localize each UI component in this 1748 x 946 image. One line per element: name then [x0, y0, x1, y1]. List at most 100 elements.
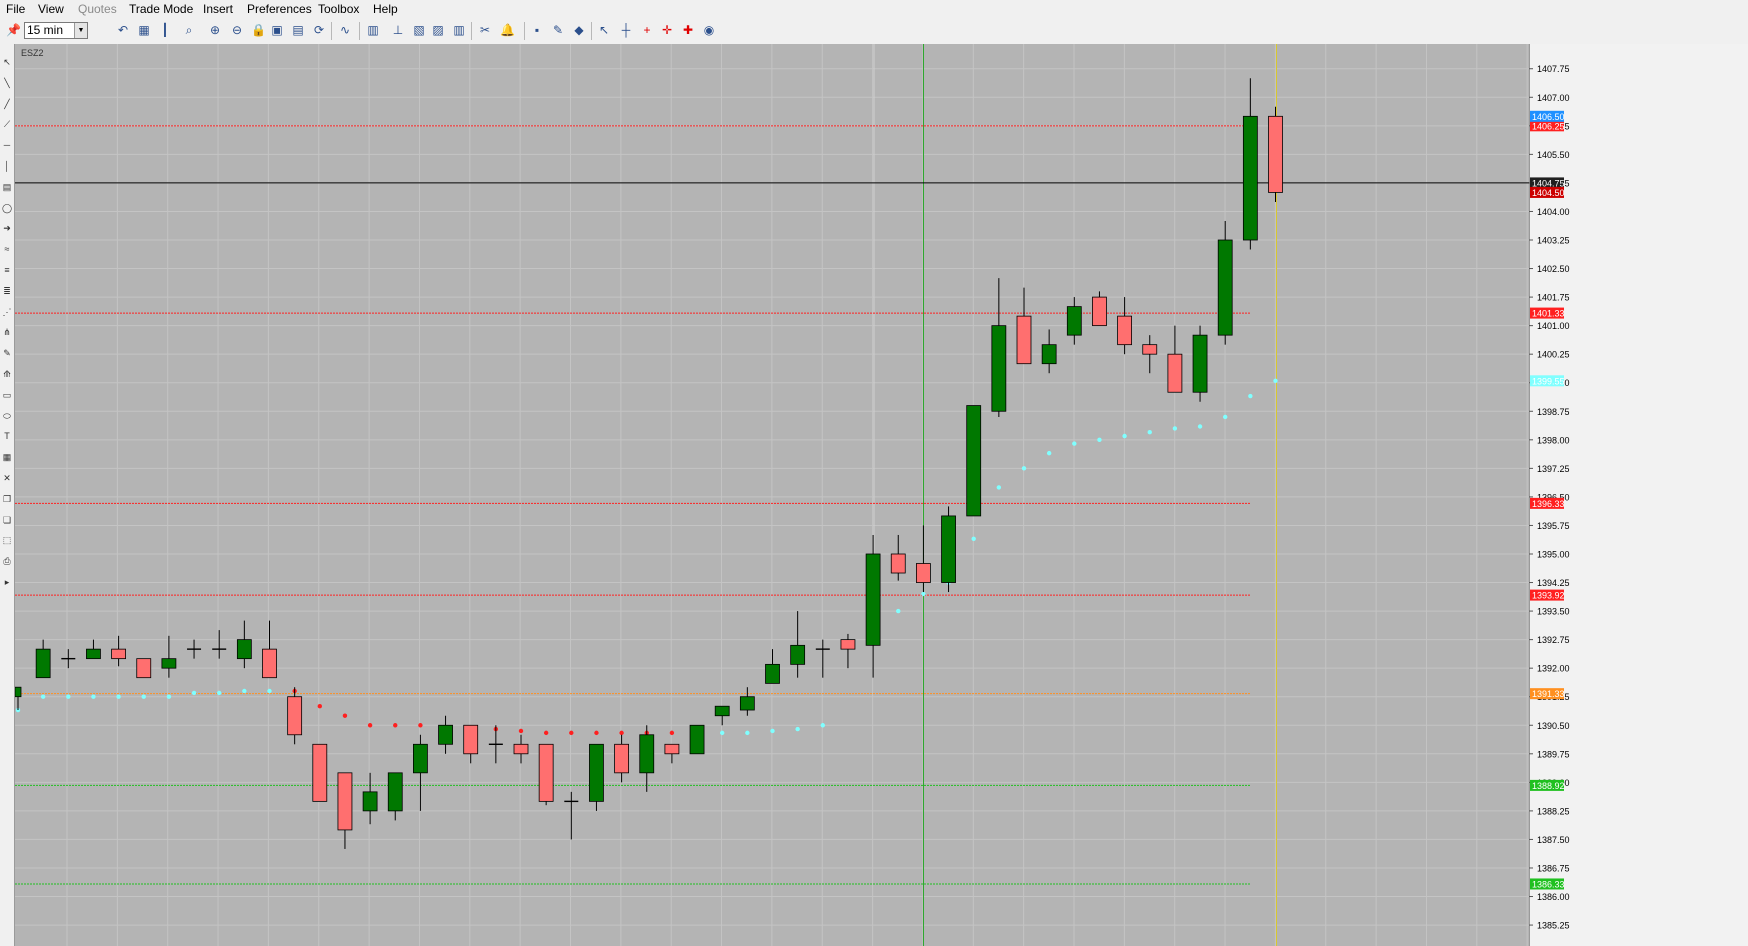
candle-body[interactable] — [589, 743, 604, 802]
menu-help[interactable]: Help — [373, 2, 398, 16]
color-icon[interactable]: ▨ — [431, 23, 445, 37]
candle-body[interactable] — [1242, 115, 1258, 241]
candle-body[interactable] — [739, 696, 755, 711]
trend-icon[interactable]: ⟋ — [1, 118, 13, 130]
text-icon[interactable]: T — [1, 430, 13, 442]
alert-bell-icon[interactable]: 🔔 — [500, 23, 515, 37]
zoom-icon[interactable]: ⌕ — [182, 23, 196, 37]
wave-icon[interactable]: ∿ — [338, 23, 352, 37]
candle-body[interactable] — [412, 743, 428, 774]
eraser-icon[interactable]: ◆ — [572, 23, 586, 37]
chevron-down-icon[interactable]: ▼ — [74, 23, 87, 38]
copy-icon[interactable]: ❐ — [1, 493, 13, 505]
candle-body[interactable] — [689, 724, 705, 755]
candle-body[interactable] — [1066, 306, 1082, 336]
candle-body[interactable] — [1016, 315, 1032, 365]
zoom-out-icon[interactable]: ⊖ — [230, 23, 244, 37]
candle-body[interactable] — [1217, 239, 1233, 336]
menu-preferences[interactable]: Preferences — [247, 2, 312, 16]
candle-body[interactable] — [438, 724, 453, 745]
cross-red-icon[interactable]: + — [640, 23, 654, 37]
candle-body[interactable] — [312, 743, 328, 802]
candle-body[interactable] — [387, 772, 403, 812]
cross-bold-icon[interactable]: ✚ — [681, 23, 695, 37]
line-icon[interactable]: ╲ — [1, 77, 13, 89]
candle-body[interactable] — [1092, 296, 1107, 327]
fib-ext-icon[interactable]: ≣ — [1, 285, 13, 297]
price-chart[interactable]: 1385.25 1386.00 1386.75 1387.50 1388.25 1389.… — [15, 44, 1748, 946]
candle-body[interactable] — [614, 743, 629, 774]
print-icon[interactable]: ⎙ — [1, 555, 13, 567]
candle-body[interactable] — [538, 743, 554, 802]
candle-body[interactable] — [966, 405, 982, 517]
candle-body[interactable] — [35, 648, 51, 679]
candle-body[interactable] — [111, 648, 126, 660]
menu-toolbox[interactable]: Toolbox — [318, 2, 359, 16]
candle-body[interactable] — [15, 686, 22, 698]
paste-icon[interactable]: ❏ — [1, 514, 13, 526]
candle-body[interactable] — [513, 743, 529, 755]
table-icon[interactable]: ▦ — [1, 451, 13, 463]
bars-icon[interactable]: ▥ — [452, 23, 466, 37]
indicator-icon[interactable]: ▥ — [366, 23, 380, 37]
hline-icon[interactable]: ─ — [1, 139, 13, 151]
menu-insert[interactable]: Insert — [203, 2, 233, 16]
candle-body[interactable] — [790, 644, 806, 665]
candle-body[interactable] — [1192, 334, 1208, 393]
scissors-icon[interactable]: ✂ — [478, 23, 492, 37]
interval-select[interactable]: 15 min ▼ — [24, 22, 88, 39]
save-icon[interactable]: ▪ — [530, 23, 544, 37]
undo-icon[interactable]: ↶ — [116, 23, 130, 37]
menu-file[interactable]: File — [6, 2, 25, 16]
oval-icon[interactable]: ⬭ — [1, 410, 13, 422]
pin-icon[interactable]: 📌 — [6, 23, 21, 37]
menu-quotes[interactable]: Quotes — [78, 2, 117, 16]
candle-body[interactable] — [1142, 344, 1158, 355]
candle-body[interactable] — [136, 658, 152, 679]
cross-dot-icon[interactable]: ✛ — [660, 23, 674, 37]
ray-icon[interactable]: ╱ — [1, 98, 13, 110]
edit-icon[interactable]: ✎ — [551, 23, 565, 37]
refresh-icon[interactable]: ⟳ — [312, 23, 326, 37]
candle-body[interactable] — [890, 553, 906, 574]
fit-icon[interactable]: ▣ — [270, 23, 284, 37]
candle-body[interactable] — [1041, 344, 1057, 365]
candle-body[interactable] — [337, 772, 353, 831]
candle-body[interactable] — [1117, 315, 1132, 346]
fib-icon[interactable]: ≡ — [1, 264, 13, 276]
candle-body[interactable] — [262, 648, 277, 679]
chart-box-icon[interactable]: ▧ — [412, 23, 426, 37]
candle-body[interactable] — [1268, 115, 1283, 193]
channel-icon[interactable]: ≈ — [1, 243, 13, 255]
zoom-in-icon[interactable]: ⊕ — [208, 23, 222, 37]
candle-body[interactable] — [236, 639, 252, 660]
more-icon[interactable]: ▸ — [1, 576, 13, 588]
candle-body[interactable] — [1167, 353, 1183, 393]
pointer-icon[interactable]: ↖ — [597, 23, 611, 37]
candle-body[interactable] — [161, 658, 177, 669]
crosshair-icon[interactable]: ┼ — [619, 23, 633, 37]
ellipse-tool-icon[interactable]: ◯ — [1, 202, 13, 214]
hierarchy-icon[interactable]: ⊥ — [391, 23, 405, 37]
candle-body[interactable] — [714, 705, 730, 717]
candle-body[interactable] — [991, 325, 1007, 412]
candle-body[interactable] — [639, 734, 655, 774]
candle-body[interactable] — [664, 743, 680, 755]
rectangle-icon[interactable]: ▭ — [1, 389, 13, 401]
candle-body[interactable] — [941, 515, 956, 583]
lock-icon[interactable]: 🔒 — [251, 23, 266, 37]
candle-body[interactable] — [463, 724, 479, 755]
menu-trade-mode[interactable]: Trade Mode — [129, 2, 193, 16]
arrow-tool-icon[interactable]: ➜ — [1, 222, 13, 234]
select-arrow-icon[interactable]: ↖ — [1, 56, 13, 68]
delete-icon[interactable]: ✕ — [1, 472, 13, 484]
globe-icon[interactable]: ◉ — [702, 23, 716, 37]
candle-body[interactable] — [765, 663, 780, 684]
bar-type-icon[interactable]: ┃ — [158, 23, 172, 37]
fan-icon[interactable]: ⟰ — [1, 368, 13, 380]
candle-body[interactable] — [362, 791, 378, 812]
grid-icon[interactable]: ▦ — [137, 23, 151, 37]
note-icon[interactable]: ▤ — [1, 181, 13, 193]
candle-body[interactable] — [865, 553, 881, 646]
candle-body[interactable] — [840, 639, 856, 650]
